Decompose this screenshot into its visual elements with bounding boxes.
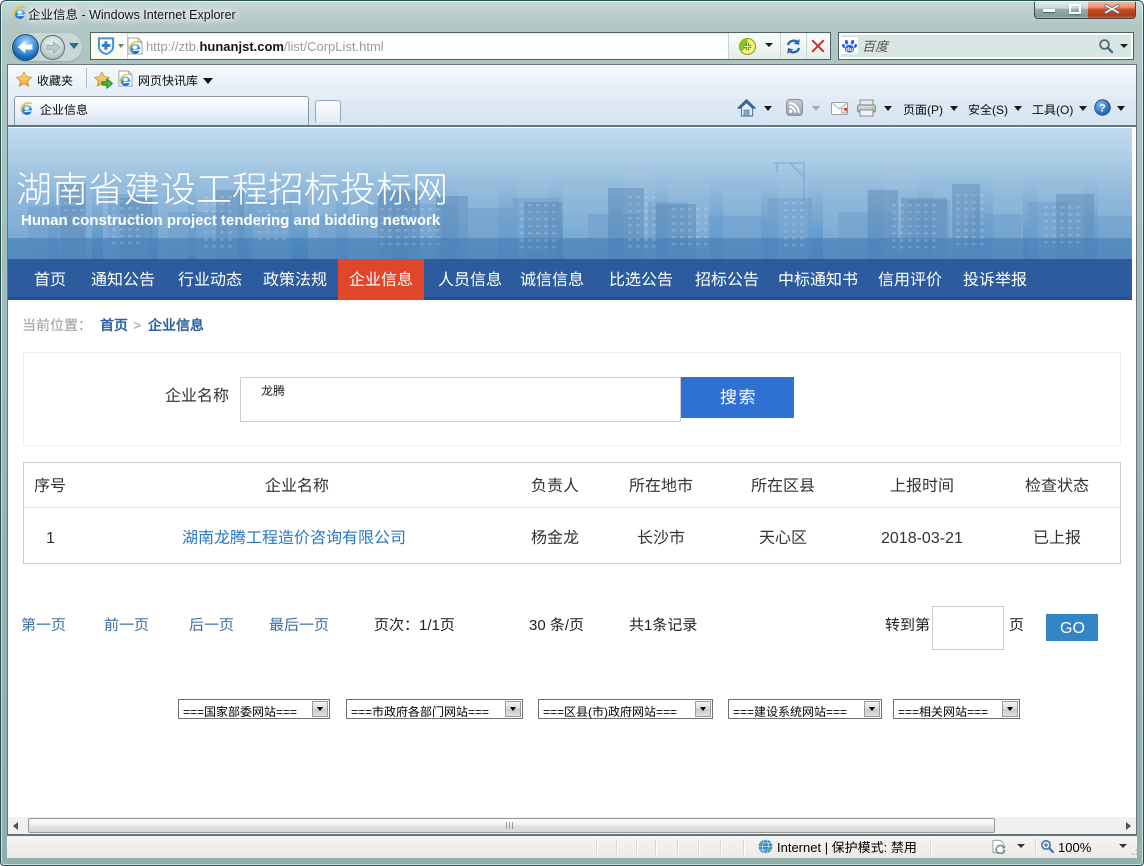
svg-text:du: du [846,47,854,53]
svg-text:?: ? [1099,102,1106,114]
